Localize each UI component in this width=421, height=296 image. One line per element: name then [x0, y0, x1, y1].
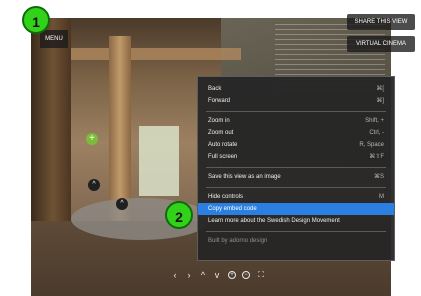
context-item-forward[interactable]: Forward ⌘]: [198, 95, 394, 107]
context-separator: [206, 231, 386, 232]
fullscreen-icon[interactable]: ⛶: [256, 269, 266, 281]
context-item-zoom-in[interactable]: Zoom in Shift, +: [198, 115, 394, 127]
context-item-label: Built by adorno design: [208, 238, 268, 244]
context-item-label: Full screen: [208, 154, 238, 160]
context-item-label: Save this view as an image: [208, 174, 281, 180]
context-item-label: Back: [208, 86, 222, 92]
hotspot-nav-up-icon[interactable]: ^: [88, 179, 100, 191]
context-item-shortcut: ⌘[: [376, 86, 384, 92]
context-item-copy-embed-code[interactable]: Copy embed code: [198, 203, 394, 215]
context-item-shortcut: ⌘S: [373, 174, 384, 180]
step-badge-1: 1: [22, 6, 50, 34]
step-badge-2: 2: [165, 201, 193, 229]
context-item-hide-controls[interactable]: Hide controls M: [198, 191, 394, 203]
context-item-shortcut: ⌘⇧F: [369, 154, 384, 160]
context-item-label: Auto rotate: [208, 142, 238, 148]
context-item-auto-rotate[interactable]: Auto rotate R, Space: [198, 139, 394, 151]
context-item-learn-more[interactable]: Learn more about the Swedish Design Move…: [198, 215, 394, 227]
context-item-label: Learn more about the Swedish Design Move…: [208, 218, 340, 224]
context-item-save-image[interactable]: Save this view as an image ⌘S: [198, 171, 394, 183]
context-separator: [206, 111, 386, 112]
context-item-zoom-out[interactable]: Zoom out Ctrl, -: [198, 127, 394, 139]
context-item-label: Zoom out: [208, 130, 234, 136]
context-item-built-by: Built by adorno design: [198, 235, 394, 247]
context-item-label: Forward: [208, 98, 231, 104]
context-item-label: Copy embed code: [208, 206, 257, 212]
context-item-label: Hide controls: [208, 194, 244, 200]
menu-button[interactable]: MENU: [40, 30, 68, 48]
pan-left-icon[interactable]: ‹: [170, 269, 180, 281]
context-item-shortcut: ⌘]: [376, 98, 384, 104]
ceiling-beam: [71, 48, 241, 60]
pan-up-icon[interactable]: ^: [198, 269, 208, 281]
context-item-label: Zoom in: [208, 118, 230, 124]
pan-right-icon[interactable]: ›: [184, 269, 194, 281]
window-light: [139, 126, 179, 196]
viewer-toolbar: ‹ › ^ v + − ⛶: [170, 269, 290, 281]
context-separator: [206, 187, 386, 188]
zoom-out-icon[interactable]: −: [242, 271, 250, 279]
virtual-cinema-button[interactable]: VIRTUAL CINEMA: [347, 36, 415, 52]
context-item-full-screen[interactable]: Full screen ⌘⇧F: [198, 151, 394, 163]
zoom-in-icon[interactable]: +: [228, 271, 236, 279]
share-view-button[interactable]: SHARE THIS VIEW: [347, 14, 415, 30]
context-separator: [206, 167, 386, 168]
context-item-shortcut: Shift, +: [365, 118, 384, 124]
context-item-shortcut: Ctrl, -: [369, 130, 384, 136]
context-menu: Back ⌘[ Forward ⌘] Zoom in Shift, + Zoom…: [197, 76, 395, 261]
context-item-back[interactable]: Back ⌘[: [198, 83, 394, 95]
hotspot-nav-up-icon[interactable]: ^: [116, 198, 128, 210]
pan-down-icon[interactable]: v: [212, 269, 222, 281]
hotspot-plus-icon[interactable]: +: [86, 133, 98, 145]
context-item-shortcut: M: [379, 194, 384, 200]
context-item-shortcut: R, Space: [359, 142, 384, 148]
